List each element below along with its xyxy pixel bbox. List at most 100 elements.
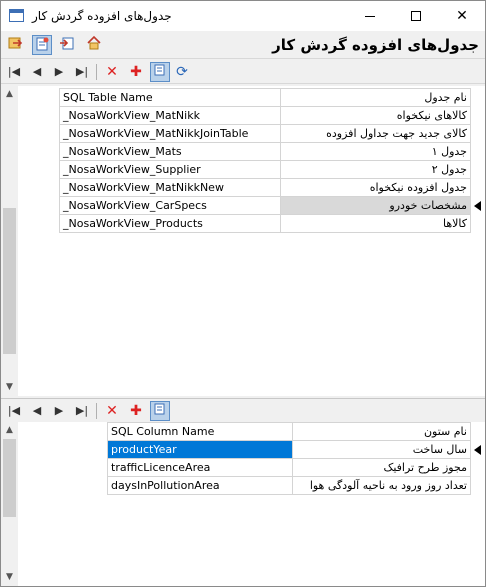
export-icon (8, 37, 23, 49)
scroll-up-icon[interactable]: ▲ (1, 422, 18, 439)
first-icon: |◀ (7, 404, 21, 417)
prev-record-button[interactable]: ◀ (27, 62, 47, 82)
cell-column-name[interactable]: مجوز طرح ترافیک (291, 458, 471, 477)
scroll-up-icon[interactable]: ▲ (1, 86, 18, 103)
cell-sql-name[interactable]: _NosaWorkView_CarSpecs (59, 196, 281, 215)
row-indicator (470, 178, 485, 197)
import-button[interactable] (57, 35, 77, 55)
table-row[interactable]: trafficLicenceArea مجوز طرح ترافیک (107, 458, 485, 477)
cell-sql-name[interactable]: _NosaWorkView_MatNikkNew (59, 178, 281, 197)
refresh-icon: ⟳ (176, 64, 188, 80)
table-row-selected[interactable]: _NosaWorkView_CarSpecs مشخصات خودرو (59, 196, 485, 215)
last-column-button[interactable]: ▶| (72, 401, 92, 421)
table-row[interactable]: _NosaWorkView_MatNikkJoinTable کالای جدی… (59, 124, 485, 143)
column-header-sql-column-name[interactable]: SQL Column Name (107, 422, 293, 441)
tables-grid-header: SQL Table Name نام جدول (59, 88, 485, 107)
cell-sql-name[interactable]: _NosaWorkView_Mats (59, 142, 281, 161)
cell-sql-column[interactable]: daysInPollutionArea (107, 476, 293, 495)
scrollbar-thumb[interactable] (3, 208, 16, 354)
first-column-button[interactable]: |◀ (4, 401, 24, 421)
close-button[interactable]: ✕ (439, 1, 485, 31)
cell-sql-column-selected[interactable]: productYear (107, 440, 293, 459)
export-button[interactable] (5, 35, 25, 55)
tables-view-icon (36, 37, 49, 51)
maximize-button[interactable] (393, 1, 439, 31)
edit-icon (154, 403, 165, 415)
cell-table-name-selected[interactable]: مشخصات خودرو (279, 196, 471, 215)
cell-table-name[interactable]: جدول ۲ (279, 160, 471, 179)
add-button[interactable]: ✚ (126, 62, 146, 82)
tables-scrollbar[interactable]: ▲ ▼ (1, 86, 18, 396)
last-icon: ▶| (75, 65, 89, 78)
edit-button[interactable] (150, 62, 170, 82)
cell-sql-name[interactable]: _NosaWorkView_MatNikk (59, 106, 281, 125)
next-icon: ▶ (54, 65, 64, 78)
refresh-button[interactable]: ⟳ (172, 62, 192, 82)
cell-table-name[interactable]: کالاهای نیکخواه (279, 106, 471, 125)
column-header-sql-table-name[interactable]: SQL Table Name (59, 88, 281, 107)
cell-table-name[interactable]: کالاها (279, 214, 471, 233)
cell-sql-column[interactable]: trafficLicenceArea (107, 458, 293, 477)
current-row-arrow-icon (473, 445, 481, 455)
cell-table-name[interactable]: جدول افزوده نیکخواه (279, 178, 471, 197)
home-button[interactable] (84, 35, 104, 55)
add-icon: ✚ (130, 403, 142, 419)
row-indicator (470, 88, 485, 107)
edit-icon (154, 64, 165, 76)
tables-view-button[interactable] (32, 35, 52, 55)
next-record-button[interactable]: ▶ (49, 62, 69, 82)
maximize-icon (411, 11, 421, 21)
scroll-down-icon[interactable]: ▼ (1, 379, 18, 396)
cell-sql-name[interactable]: _NosaWorkView_MatNikkJoinTable (59, 124, 281, 143)
minimize-icon (365, 15, 375, 17)
prev-icon: ◀ (32, 65, 42, 78)
close-icon: ✕ (456, 8, 468, 24)
cell-table-name[interactable]: جدول ۱ (279, 142, 471, 161)
columns-scrollbar[interactable]: ▲ ▼ (1, 422, 18, 586)
prev-column-button[interactable]: ◀ (27, 401, 47, 421)
column-header-column-name[interactable]: نام ستون (291, 422, 471, 441)
row-indicator (470, 106, 485, 125)
row-indicator (470, 160, 485, 179)
toolbar-separator (96, 403, 97, 419)
table-row[interactable]: daysInPollutionArea تعداد روز ورود به نا… (107, 476, 485, 495)
table-row[interactable]: _NosaWorkView_Products کالاها (59, 214, 485, 233)
table-row[interactable]: _NosaWorkView_MatNikkNew جدول افزوده نیک… (59, 178, 485, 197)
next-icon: ▶ (54, 404, 64, 417)
current-row-indicator (470, 440, 485, 459)
add-column-button[interactable]: ✚ (126, 401, 146, 421)
next-column-button[interactable]: ▶ (49, 401, 69, 421)
cell-column-name[interactable]: سال ساخت (291, 440, 471, 459)
table-row[interactable]: _NosaWorkView_Mats جدول ۱ (59, 142, 485, 161)
header-toolbar: جدول‌های افزوده گردش کار (1, 31, 485, 59)
table-row[interactable]: _NosaWorkView_Supplier جدول ۲ (59, 160, 485, 179)
scrollbar-thumb[interactable] (3, 439, 16, 517)
app-window: جدول‌های افزوده گردش کار ✕ جدول‌های افزو… (0, 0, 486, 587)
delete-button[interactable]: ✕ (102, 62, 122, 82)
current-row-arrow-icon (473, 201, 481, 211)
columns-grid: SQL Column Name نام ستون productYear سال… (107, 422, 485, 495)
scroll-down-icon[interactable]: ▼ (1, 569, 18, 586)
column-header-table-name[interactable]: نام جدول (279, 88, 471, 107)
row-indicator (470, 458, 485, 477)
row-indicator (470, 124, 485, 143)
delete-icon: ✕ (106, 64, 118, 80)
row-indicator (470, 214, 485, 233)
table-row[interactable]: _NosaWorkView_MatNikk کالاهای نیکخواه (59, 106, 485, 125)
row-indicator (470, 422, 485, 441)
cell-sql-name[interactable]: _NosaWorkView_Products (59, 214, 281, 233)
title-bar: جدول‌های افزوده گردش کار ✕ (1, 1, 485, 31)
cell-column-name[interactable]: تعداد روز ورود به ناحیه آلودگی هوا (291, 476, 471, 495)
cell-table-name[interactable]: کالای جدید جهت جداول افزوده (279, 124, 471, 143)
table-row-selected[interactable]: productYear سال ساخت (107, 440, 485, 459)
cell-sql-name[interactable]: _NosaWorkView_Supplier (59, 160, 281, 179)
delete-column-button[interactable]: ✕ (102, 401, 122, 421)
prev-icon: ◀ (32, 404, 42, 417)
bottom-nav-toolbar: |◀ ◀ ▶ ▶| ✕ ✚ (1, 398, 485, 422)
minimize-button[interactable] (347, 1, 393, 31)
edit-column-button[interactable] (150, 401, 170, 421)
toolbar-separator (96, 64, 97, 80)
last-record-button[interactable]: ▶| (72, 62, 92, 82)
window-title: جدول‌های افزوده گردش کار (32, 9, 172, 23)
first-record-button[interactable]: |◀ (4, 62, 24, 82)
